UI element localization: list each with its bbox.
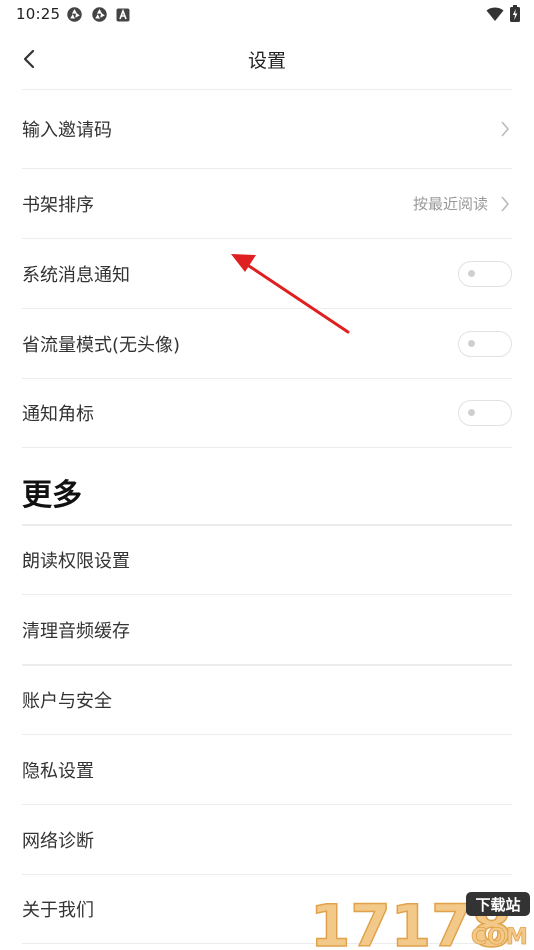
chevron-right-icon [498,119,512,139]
battery-charging-icon [510,5,520,22]
network-diagnosis-label: 网络诊断 [22,830,94,852]
shelf-sort-row[interactable]: 书架排序 按最近阅读 [22,169,512,238]
data-saver-label: 省流量模式(无头像) [22,334,181,356]
read-permission-label: 朗读权限设置 [22,551,130,572]
invite-code-label: 输入邀请码 [22,120,112,141]
privacy-settings-label: 隐私设置 [22,760,94,782]
section-title-more: 更多 [22,478,82,513]
invite-code-row[interactable]: 输入邀请码 [22,90,512,168]
shelf-sort-value: 按最近阅读 [412,195,488,213]
badge-toggle[interactable] [458,400,512,426]
watermark-domain: COM [471,925,528,950]
privacy-settings-row[interactable]: 隐私设置 [22,735,512,804]
network-diagnosis-row[interactable]: 网络诊断 [22,805,512,874]
clear-audio-cache-label: 清理音频缓存 [22,620,130,642]
toggle-knob [468,269,475,277]
system-notify-toggle[interactable] [458,260,512,287]
page-title: 设置 [247,50,286,72]
badge-row: 通知角标 [22,379,512,447]
status-time: 10:25 [16,5,61,23]
invite-code-right [498,119,512,139]
clear-audio-cache-row[interactable]: 清理音频缓存 [22,595,512,664]
aperture-icon [67,7,82,22]
site-watermark: 17178 下载站 COM [306,886,534,950]
system-notify-label: 系统消息通知 [22,264,130,286]
account-security-label: 账户与安全 [22,691,112,712]
toggle-knob [468,339,475,347]
wifi-icon [486,7,504,21]
read-permission-row[interactable]: 朗读权限设置 [22,526,512,594]
toggle-knob [468,409,475,416]
watermark-badge: 下载站 [475,896,520,914]
nav-bar: 设置 [0,30,534,86]
data-saver-row: 省流量模式(无头像) [22,309,512,378]
status-icons-right [486,5,520,22]
aperture-icon [92,7,107,22]
watermark-logo: 17178 下载站 COM [309,891,530,950]
shelf-sort-right: 按最近阅读 [413,193,512,214]
chevron-right-icon [498,194,512,214]
badge-label: 通知角标 [22,404,94,425]
divider [22,447,512,448]
shelf-sort-label: 书架排序 [22,194,94,216]
data-saver-toggle[interactable] [458,330,512,357]
about-us-label: 关于我们 [22,900,94,921]
status-bar: 10:25 [0,0,534,30]
a-box-icon [116,8,130,21]
system-notify-row: 系统消息通知 [22,239,512,308]
account-security-row[interactable]: 账户与安全 [22,666,512,734]
status-icons-left [66,6,130,23]
